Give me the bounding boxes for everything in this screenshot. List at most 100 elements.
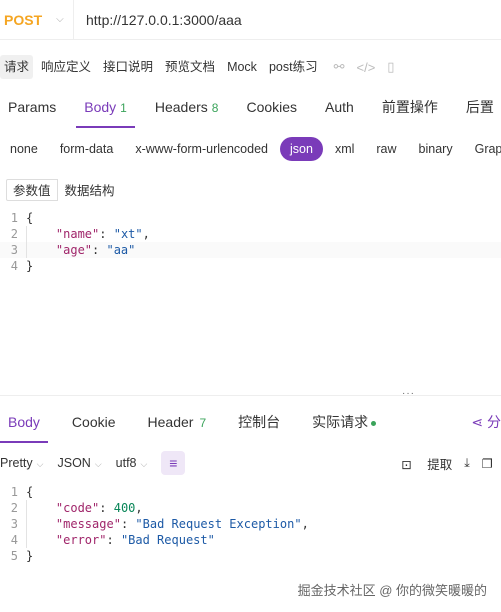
wrap-icon: ≡ — [169, 455, 178, 471]
body-type-raw[interactable]: raw — [366, 137, 406, 161]
tab-param-values[interactable]: 参数值 — [6, 179, 58, 201]
code-text: "age": "aa" — [26, 242, 501, 258]
tab-label: Params — [8, 99, 57, 115]
request-body-editor[interactable]: 1 { 2 "name": "xt", 3 "age": "aa" 4 } — [0, 210, 501, 274]
subtab-preview-doc[interactable]: 预览文档 — [161, 55, 219, 79]
code-text: "error": "Bad Request" — [26, 532, 501, 548]
tab-post-processors[interactable]: 后置 — [458, 88, 501, 128]
panel-resize-handle[interactable]: ··· — [0, 388, 501, 403]
extract-icon: ⊡ — [401, 457, 416, 472]
panel-icon[interactable]: ▯ — [387, 59, 394, 75]
json-key: "error" — [55, 533, 107, 547]
method-select[interactable]: POST ⌵ — [0, 0, 74, 40]
line-number: 2 — [10, 227, 18, 241]
tab-label: 实际请求 — [312, 414, 369, 430]
body-type-form-data[interactable]: form-data — [50, 137, 124, 161]
line-number: 2 — [10, 501, 18, 515]
response-tabs: Body Cookie Header 7 控制台 实际请求 ⋖ 分 — [0, 403, 501, 443]
subtab-api-desc[interactable]: 接口说明 — [99, 55, 157, 79]
line-number: 3 — [10, 517, 18, 531]
share-label: 分 — [487, 414, 501, 430]
code-text: "code": 400, — [26, 500, 501, 516]
code-line: 2 "name": "xt", — [0, 226, 501, 242]
tab-label: 前置操作 — [381, 99, 438, 115]
body-type-urlencoded[interactable]: x-www-form-urlencoded — [125, 137, 278, 161]
extract-button[interactable]: ⊡ 提取 — [389, 454, 452, 473]
body-type-graphql[interactable]: GraphQL — [465, 137, 501, 161]
tab-pre-processors[interactable]: 前置操作 — [374, 88, 446, 128]
code-line: 1 { — [0, 210, 501, 226]
tab-cookies[interactable]: Cookies — [238, 88, 305, 128]
code-line: 3 "age": "aa" — [0, 242, 501, 258]
code-text: } — [26, 549, 34, 563]
tab-params[interactable]: Params — [0, 88, 64, 128]
request-tabs: Params Body 1 Headers 8 Cookies Auth 前置操作 … — [0, 88, 501, 128]
tab-console[interactable]: 控制台 — [230, 403, 288, 443]
tab-label: 后置 — [465, 99, 494, 115]
subtab-request[interactable]: 请求 — [0, 55, 34, 79]
code-text: { — [26, 211, 34, 225]
tab-label: Body — [8, 414, 40, 430]
url-bar: POST ⌵ http://127.0.0.1:3000/aaa — [0, 0, 501, 40]
code-icon[interactable]: </> — [356, 60, 375, 75]
request-subtabs: 请求 响应定义 接口说明 预览文档 Mock post练习 ⚯ </> ▯ — [0, 54, 400, 80]
tab-response-header[interactable]: Header 7 — [140, 403, 215, 443]
tab-count: 7 — [199, 416, 207, 430]
subtab-response-def[interactable]: 响应定义 — [37, 55, 95, 79]
tab-label: Body — [84, 99, 117, 115]
code-text: { — [26, 485, 34, 499]
status-dot — [371, 420, 377, 426]
url-input[interactable]: http://127.0.0.1:3000/aaa — [74, 12, 242, 28]
subtab-mock[interactable]: Mock — [223, 55, 261, 79]
format-select[interactable]: Pretty ⌵ — [0, 456, 43, 470]
chevron-down-icon: ⌵ — [140, 459, 148, 469]
response-body-viewer[interactable]: 1 { 2 "code": 400, 3 "message": "Bad Req… — [0, 484, 501, 564]
line-number: 4 — [10, 533, 18, 547]
copy-icon[interactable]: ❐ — [482, 456, 493, 471]
json-value: "Bad Request" — [120, 533, 215, 547]
tab-label: Cookie — [71, 414, 116, 430]
json-value: "Bad Request Exception" — [135, 517, 302, 531]
code-line: 3 "message": "Bad Request Exception", — [0, 516, 501, 532]
json-value: 400 — [113, 501, 136, 515]
body-type-binary[interactable]: binary — [409, 137, 463, 161]
line-number: 3 — [10, 243, 18, 257]
download-icon[interactable]: ⤓ — [464, 456, 470, 471]
param-view-tabs: 参数值 数据结构 — [6, 179, 122, 201]
tab-label: Headers — [154, 99, 208, 115]
line-number: 1 — [10, 485, 18, 499]
body-type-json[interactable]: json — [280, 137, 323, 161]
tab-data-structure[interactable]: 数据结构 — [58, 179, 122, 201]
share-icon: ⋖ — [471, 414, 487, 430]
json-value: "aa" — [106, 243, 136, 257]
chevron-down-icon: ⌵ — [36, 459, 44, 469]
json-key: "age" — [55, 243, 93, 257]
code-line: 4 } — [0, 258, 501, 274]
wrap-lines-button[interactable]: ≡ — [161, 451, 186, 475]
code-text: } — [26, 259, 34, 273]
tab-actual-request[interactable]: 实际请求 — [304, 403, 384, 443]
body-type-xml[interactable]: xml — [325, 137, 364, 161]
json-value: "xt" — [113, 227, 143, 241]
code-line: 1 { — [0, 484, 501, 500]
share-button[interactable]: ⋖ 分 — [471, 403, 501, 443]
subtab-post-practice[interactable]: post练习 — [265, 55, 322, 79]
tab-body[interactable]: Body 1 — [76, 88, 135, 128]
tab-response-cookie[interactable]: Cookie — [64, 403, 124, 443]
response-toolbar: Pretty ⌵ JSON ⌵ utf8 ⌵ ≡ ⊡ 提取 ⤓ ❐ — [0, 450, 501, 476]
chevron-down-icon: ⌵ — [94, 459, 102, 469]
body-type-none[interactable]: none — [0, 137, 48, 161]
tab-label: 控制台 — [238, 414, 281, 430]
tab-response-body[interactable]: Body — [0, 403, 48, 443]
language-select[interactable]: JSON ⌵ — [57, 456, 101, 470]
tab-headers[interactable]: Headers 8 — [147, 88, 227, 128]
link-icon[interactable]: ⚯ — [334, 59, 345, 75]
chevron-down-icon: ⌵ — [56, 14, 64, 25]
tab-label: Auth — [325, 99, 354, 115]
tab-auth[interactable]: Auth — [317, 88, 362, 128]
encoding-select[interactable]: utf8 ⌵ — [116, 456, 148, 470]
code-line: 4 "error": "Bad Request" — [0, 532, 501, 548]
format-value: Pretty — [0, 456, 33, 470]
code-text: "message": "Bad Request Exception", — [26, 516, 501, 532]
tab-count: 1 — [120, 101, 127, 115]
